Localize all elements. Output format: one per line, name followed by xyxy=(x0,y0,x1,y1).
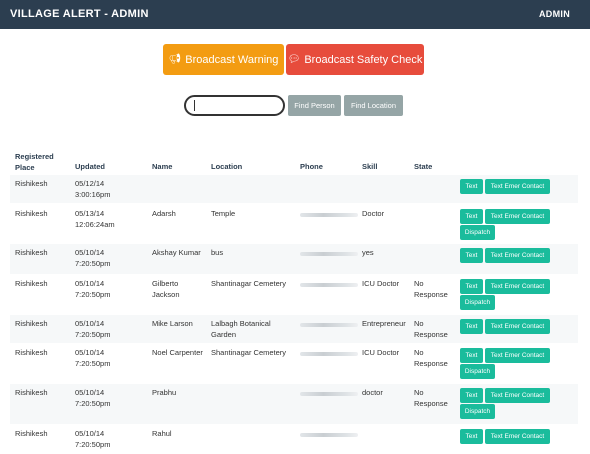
table-row: Rishikesh 05/13/14 12:06:24am Adarsh Temple… xyxy=(10,205,578,243)
search-input[interactable] xyxy=(184,95,285,116)
cell-phone-redacted xyxy=(300,213,358,217)
header-name: Name xyxy=(152,162,173,171)
cell-updated: 05/10/14 7:20:50pm xyxy=(75,348,111,368)
cell-phone-redacted xyxy=(300,283,358,287)
cell-updated: 05/13/14 12:06:24am xyxy=(75,209,115,229)
cell-skill: yes xyxy=(362,248,374,257)
cell-updated: 05/10/14 7:20:50pm xyxy=(75,248,111,268)
cell-place: Rishikesh xyxy=(15,388,48,397)
cell-updated: 05/10/14 7:20:50pm xyxy=(75,429,111,449)
text-button[interactable]: Text xyxy=(460,319,483,334)
cell-location: Shantinagar Cemetery xyxy=(211,279,287,288)
brand-title[interactable]: VILLAGE ALERT - ADMIN xyxy=(10,8,149,20)
broadcast-safety-label: Broadcast Safety Check xyxy=(304,53,423,66)
text-emer-contact-button[interactable]: Text Emer Contact xyxy=(485,319,550,334)
header-state: State xyxy=(414,162,433,171)
table-row: Rishikesh 05/12/14 3:00:16pm Text Text Emer… xyxy=(10,175,578,203)
table-row: Rishikesh 05/10/14 7:20:50pm Rahul Text Text… xyxy=(10,425,578,454)
cell-name: Adarsh xyxy=(152,209,176,218)
text-emer-contact-button[interactable]: Text Emer Contact xyxy=(485,248,550,263)
cell-updated: 05/10/14 7:20:50pm xyxy=(75,279,111,299)
cell-skill: Doctor xyxy=(362,209,385,218)
cell-state: No Response xyxy=(414,388,448,408)
cell-name: Noel Carpenter xyxy=(152,348,203,357)
cell-location: bus xyxy=(211,248,224,257)
cell-state: No Response xyxy=(414,348,448,368)
text-emer-contact-button[interactable]: Text Emer Contact xyxy=(485,179,550,194)
admin-menu[interactable]: ADMIN xyxy=(539,9,570,19)
table-row: Rishikesh 05/10/14 7:20:50pm Noel Carpente… xyxy=(10,344,578,382)
header-updated: Updated xyxy=(75,162,105,171)
cell-location: Lalbagh Botanical Garden xyxy=(211,319,271,339)
cell-place: Rishikesh xyxy=(15,319,48,328)
cell-place: Rishikesh xyxy=(15,279,48,288)
cell-place: Rishikesh xyxy=(15,248,48,257)
header-location: Location xyxy=(211,162,243,171)
bullhorn-icon: 📢︎ xyxy=(168,54,182,65)
text-button[interactable]: Text xyxy=(460,279,483,294)
text-emer-contact-button[interactable]: Text Emer Contact xyxy=(485,429,550,444)
cell-name: Gilberto Jackson xyxy=(152,279,180,299)
cell-state: No Response xyxy=(414,279,448,299)
text-button[interactable]: Text xyxy=(460,388,483,403)
table-row: Rishikesh 05/10/14 7:20:50pm Prabhu doctor N… xyxy=(10,384,578,424)
table-row: Rishikesh 05/10/14 7:20:50pm Gilberto Jack… xyxy=(10,275,578,313)
cell-location: Temple xyxy=(211,209,236,218)
text-caret xyxy=(194,100,195,111)
cell-place: Rishikesh xyxy=(15,179,48,188)
text-button[interactable]: Text xyxy=(460,348,483,363)
cell-updated: 05/10/14 7:20:50pm xyxy=(75,319,111,339)
cell-skill: ICU Doctor xyxy=(362,279,400,288)
cell-place: Rishikesh xyxy=(15,429,48,438)
header-registered-place: Registered Place xyxy=(15,152,54,172)
text-emer-contact-button[interactable]: Text Emer Contact xyxy=(485,209,550,224)
cell-name: Mike Larson xyxy=(152,319,193,328)
cell-phone-redacted xyxy=(300,392,358,396)
cell-state: No Response xyxy=(414,319,448,339)
cell-location: Shantinagar Cemetery xyxy=(211,348,287,357)
dispatch-button[interactable]: Dispatch xyxy=(460,295,495,310)
cell-skill: doctor xyxy=(362,388,383,397)
text-button[interactable]: Text xyxy=(460,179,483,194)
broadcast-warning-button[interactable]: 📢︎ Broadcast Warning xyxy=(163,44,284,75)
navbar: VILLAGE ALERT - ADMIN ADMIN xyxy=(0,0,590,29)
cell-place: Rishikesh xyxy=(15,348,48,357)
cell-phone-redacted xyxy=(300,352,358,356)
cell-updated: 05/12/14 3:00:16pm xyxy=(75,179,111,199)
cell-skill: Entrepreneur xyxy=(362,319,406,328)
text-emer-contact-button[interactable]: Text Emer Contact xyxy=(485,279,550,294)
find-person-button[interactable]: Find Person xyxy=(288,95,341,116)
dispatch-button[interactable]: Dispatch xyxy=(460,404,495,419)
text-button[interactable]: Text xyxy=(460,209,483,224)
cell-name: Rahul xyxy=(152,429,172,438)
text-button[interactable]: Text xyxy=(460,248,483,263)
text-button[interactable]: Text xyxy=(460,429,483,444)
cell-phone-redacted xyxy=(300,323,358,327)
cell-skill: ICU Doctor xyxy=(362,348,400,357)
table-row: Rishikesh 05/10/14 7:20:50pm Akshay Kumar b… xyxy=(10,244,578,274)
cell-name: Akshay Kumar xyxy=(152,248,201,257)
find-location-button[interactable]: Find Location xyxy=(344,95,403,116)
cell-updated: 05/10/14 7:20:50pm xyxy=(75,388,111,408)
text-emer-contact-button[interactable]: Text Emer Contact xyxy=(485,388,550,403)
text-emer-contact-button[interactable]: Text Emer Contact xyxy=(485,348,550,363)
cell-phone-redacted xyxy=(300,252,358,256)
dispatch-button[interactable]: Dispatch xyxy=(460,225,495,240)
cell-phone-redacted xyxy=(300,433,358,437)
broadcast-warning-label: Broadcast Warning xyxy=(185,53,279,66)
comment-icon: 💬︎ xyxy=(287,54,301,65)
header-phone: Phone xyxy=(300,162,323,171)
broadcast-safety-check-button[interactable]: 💬︎ Broadcast Safety Check xyxy=(286,44,424,75)
table-row: Rishikesh 05/10/14 7:20:50pm Mike Larson La… xyxy=(10,315,578,343)
header-skill: Skill xyxy=(362,162,378,171)
dispatch-button[interactable]: Dispatch xyxy=(460,364,495,379)
cell-name: Prabhu xyxy=(152,388,177,397)
cell-place: Rishikesh xyxy=(15,209,48,218)
